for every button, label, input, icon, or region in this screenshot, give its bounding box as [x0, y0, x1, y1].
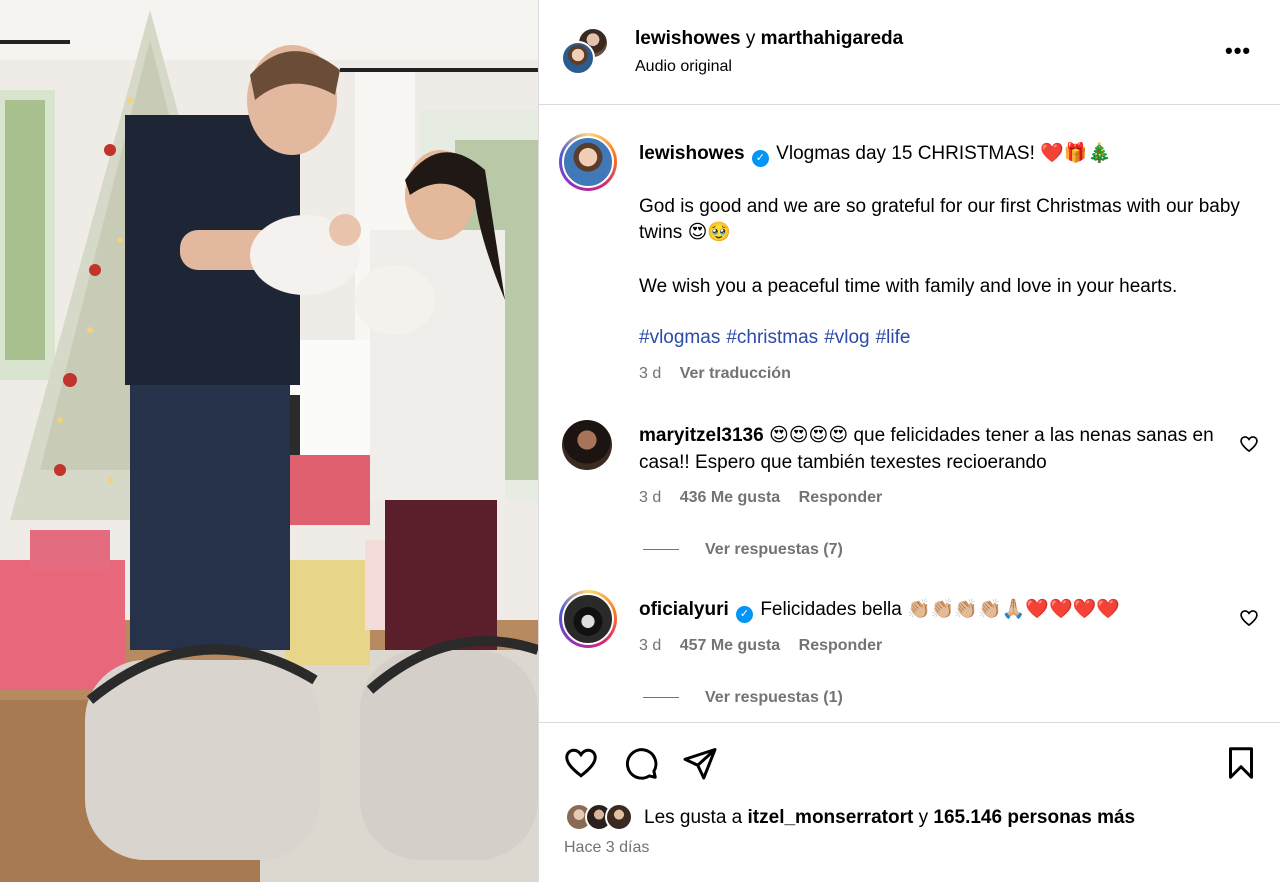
likes-summary: Les gusta a itzel_monserratort y 165.146… [644, 807, 1135, 829]
post-photo[interactable] [0, 0, 538, 882]
post-authors: lewishowes y marthahigareda [635, 28, 903, 50]
hashtag-link[interactable]: #vlogmas [639, 327, 720, 348]
like-comment-heart-icon[interactable] [1239, 434, 1259, 454]
post-header: lewishowes y marthahigareda Audio origin… [539, 0, 1280, 105]
comment-username[interactable]: oficialyuri [639, 599, 729, 620]
caption-paragraph: We wish you a peaceful time with family … [639, 276, 1178, 297]
comment-time[interactable]: 3 d [639, 637, 661, 654]
caption-paragraph: God is good and we are so grateful for o… [639, 196, 1240, 243]
comment-likes[interactable]: 436 Me gusta [680, 489, 780, 506]
save-bookmark-icon[interactable] [1223, 745, 1259, 781]
caption-time[interactable]: 3 d [639, 365, 661, 382]
like-comment-heart-icon[interactable] [1239, 608, 1259, 628]
caption-meta: 3 d Ver traducción [639, 365, 791, 383]
avatar [605, 803, 633, 831]
comment-time[interactable]: 3 d [639, 489, 661, 506]
post-side-panel: lewishowes y marthahigareda Audio origin… [538, 0, 1280, 882]
comment-bubble-icon[interactable] [623, 745, 659, 781]
comment-meta: 3 d 436 Me gusta Responder [639, 489, 882, 507]
view-replies-button[interactable]: Ver respuestas (1) [643, 689, 843, 707]
avatar[interactable] [559, 590, 617, 648]
caption-title-line: lewishowes ✓ Vlogmas day 15 CHRISTMAS! ❤… [639, 141, 1259, 167]
reply-button[interactable]: Responder [799, 489, 883, 506]
caption-title: Vlogmas day 15 CHRISTMAS! ❤️🎁🎄 [776, 143, 1112, 164]
like-heart-icon[interactable] [563, 745, 599, 781]
likers-avatars[interactable] [565, 803, 645, 833]
verified-badge-icon: ✓ [736, 606, 754, 623]
replies-divider [643, 549, 679, 551]
comment: oficialyuri ✓ Felicidades bella 👏🏼👏🏼👏🏼👏🏼… [639, 596, 1239, 623]
view-replies-label: Ver respuestas (7) [705, 541, 843, 558]
share-paper-plane-icon[interactable] [682, 745, 718, 781]
comment-meta: 3 d 457 Me gusta Responder [639, 637, 882, 655]
hashtags: #vlogmas #christmas #vlog #life [639, 327, 916, 349]
post-actions: Les gusta a itzel_monserratort y 165.146… [539, 722, 1280, 882]
translate-button[interactable]: Ver traducción [680, 365, 791, 382]
avatar[interactable] [559, 133, 617, 191]
likes-prefix: Les gusta a [644, 807, 743, 828]
avatar[interactable] [561, 41, 595, 75]
caption-username[interactable]: lewishowes [639, 143, 745, 164]
comment-likes[interactable]: 457 Me gusta [680, 637, 780, 654]
replies-divider [643, 697, 679, 699]
comment: maryitzel3136 😍😍😍😍 que felicidades tener… [639, 422, 1239, 476]
authors-joiner: y [745, 28, 756, 49]
hashtag-link[interactable]: #christmas [726, 327, 818, 348]
comment-text: Felicidades bella 👏🏼👏🏼👏🏼👏🏼🙏🏼❤️❤️❤️❤️ [760, 599, 1121, 620]
likes-count[interactable]: 165.146 personas más [933, 807, 1135, 828]
hashtag-link[interactable]: #vlog [824, 327, 869, 348]
ellipsis-icon[interactable]: ••• [1225, 40, 1251, 62]
hashtag-link[interactable]: #life [876, 327, 911, 348]
likes-joiner: y [918, 807, 929, 828]
liker-username[interactable]: itzel_monserratort [748, 807, 914, 828]
view-replies-label: Ver respuestas (1) [705, 689, 843, 706]
reply-button[interactable]: Responder [799, 637, 883, 654]
post-timestamp[interactable]: Hace 3 días [564, 839, 649, 857]
author-link[interactable]: lewishowes [635, 28, 741, 49]
verified-badge-icon: ✓ [751, 150, 769, 167]
author-link[interactable]: marthahigareda [761, 28, 904, 49]
view-replies-button[interactable]: Ver respuestas (7) [643, 541, 843, 559]
post-photo-illustration [0, 0, 538, 882]
collab-avatars[interactable] [561, 27, 611, 77]
avatar[interactable] [562, 420, 612, 470]
comment-username[interactable]: maryitzel3136 [639, 425, 764, 446]
audio-link[interactable]: Audio original [635, 58, 732, 76]
